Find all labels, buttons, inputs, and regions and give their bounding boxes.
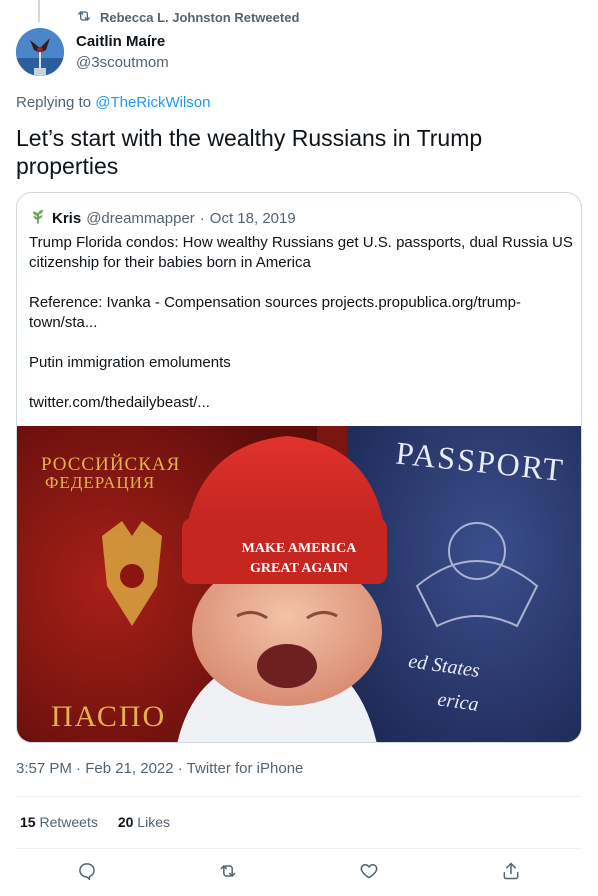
share-icon — [501, 861, 521, 886]
divider — [16, 796, 582, 797]
likes-count: 20 — [117, 814, 134, 830]
tweet-text: Let’s start with the wealthy Russians in… — [16, 125, 483, 179]
reply-button[interactable] — [74, 860, 100, 886]
quoted-date[interactable]: Oct 18, 2019 — [210, 210, 296, 227]
avatar[interactable] — [16, 28, 64, 76]
retweets-label: Retweets — [39, 814, 98, 830]
author-name[interactable]: Caitlin Maíre — [76, 32, 169, 51]
retweet-label: Rebecca L. Johnston Retweeted — [100, 9, 300, 25]
russian-text-1: РОССИЙСКАЯ — [41, 454, 180, 475]
author-handle[interactable]: @3scoutmom — [76, 53, 169, 73]
likes-stat[interactable]: 20 Likes — [118, 814, 170, 830]
russian-text-2: ФЕДЕРАЦИЯ — [45, 473, 155, 492]
retweets-count: 15 — [20, 814, 36, 830]
quoted-paragraph: Putin immigration emoluments — [29, 354, 231, 371]
hat-text-2: GREAT AGAIN — [250, 561, 348, 576]
divider — [16, 848, 582, 849]
retweet-icon — [218, 861, 238, 886]
quoted-author-name[interactable]: Kris — [52, 210, 81, 227]
quoted-author-handle[interactable]: @dreammapper — [86, 210, 195, 227]
quoted-paragraph: Trump Florida condos: How wealthy Russia… — [29, 234, 573, 271]
quoted-tweet-image[interactable]: РОССИЙСКАЯ ФЕДЕРАЦИЯ ПАСПО PASSPORT ed S… — [17, 426, 581, 742]
retweets-stat[interactable]: 15 Retweets — [20, 814, 98, 830]
like-button[interactable] — [356, 860, 382, 886]
quoted-paragraph: Reference: Ivanka - Compensation sources… — [29, 294, 521, 331]
tweet-stats: 15 Retweets 20 Likes — [20, 814, 170, 830]
retweet-button[interactable] — [215, 860, 241, 886]
replying-to-prefix: Replying to — [16, 94, 96, 111]
like-icon — [359, 861, 379, 886]
replying-to-link[interactable]: @TheRickWilson — [95, 94, 210, 111]
hat-text-1: MAKE AMERICA — [242, 541, 358, 556]
quoted-tweet-header: Kris @dreammapper · Oct 18, 2019 — [29, 207, 296, 229]
tweet-timestamp[interactable]: 3:57 PM · Feb 21, 2022 · Twitter for iPh… — [16, 760, 303, 777]
quoted-separator: · — [199, 209, 205, 227]
quoted-tweet[interactable]: Kris @dreammapper · Oct 18, 2019 Trump F… — [16, 192, 582, 743]
retweet-context[interactable]: Rebecca L. Johnston Retweeted — [76, 8, 299, 26]
quoted-tweet-text: Trump Florida condos: How wealthy Russia… — [29, 233, 577, 433]
replying-to: Replying to @TheRickWilson — [16, 94, 210, 111]
likes-label: Likes — [137, 814, 170, 830]
plant-icon — [29, 207, 47, 229]
thread-line — [38, 0, 40, 22]
author-block[interactable]: Caitlin Maíre @3scoutmom — [76, 32, 169, 73]
russian-text-3: ПАСПО — [51, 700, 166, 733]
share-button[interactable] — [498, 860, 524, 886]
reply-icon — [77, 861, 97, 886]
baby-mouth — [257, 644, 317, 688]
quoted-paragraph: twitter.com/thedailybeast/... — [29, 394, 210, 411]
retweet-icon — [76, 8, 92, 27]
action-bar — [16, 858, 582, 888]
